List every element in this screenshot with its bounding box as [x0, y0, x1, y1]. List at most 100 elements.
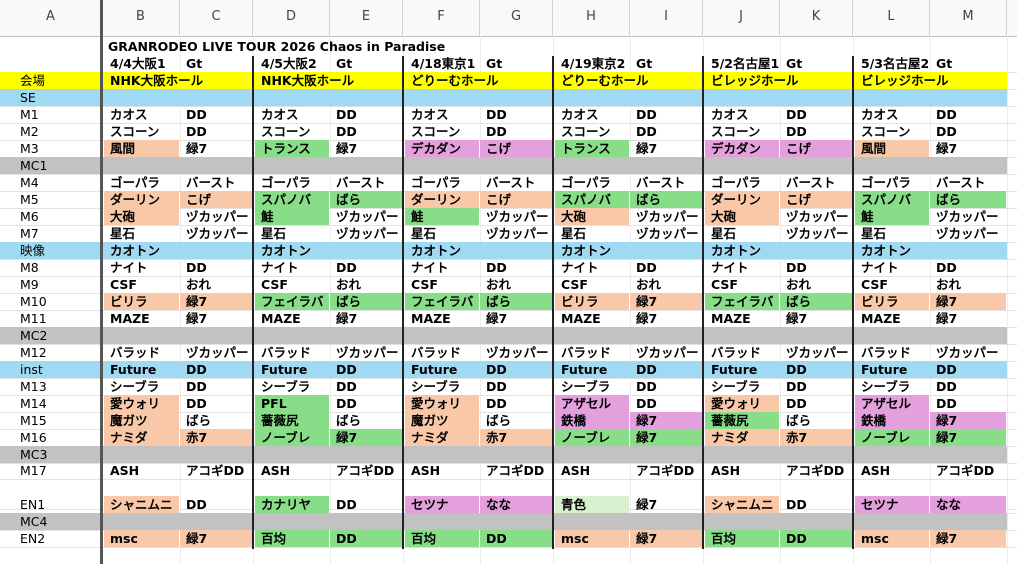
guitar-note[interactable]: おれ — [330, 276, 403, 293]
guitar-note[interactable]: DD — [180, 496, 253, 513]
song-title[interactable]: 愛ウォリ — [405, 395, 480, 412]
spreadsheet-grid[interactable]: ABCDEFGHIJKLM GRANRODEO LIVE TOUR 2026 C… — [0, 0, 1017, 564]
song-title[interactable]: ダーリン — [104, 191, 180, 208]
show-venue[interactable]: どりーむホール — [405, 72, 551, 89]
column-header-c[interactable]: C — [180, 0, 253, 36]
song-title[interactable]: ゴーパラ — [705, 174, 780, 191]
row-label[interactable]: M12 — [17, 344, 101, 361]
guitar-note[interactable]: ヅカッパー — [480, 208, 553, 225]
guitar-note[interactable]: DD — [330, 123, 403, 140]
song-title[interactable]: バラッド — [104, 344, 180, 361]
row-label[interactable]: MC4 — [17, 513, 101, 530]
guitar-note[interactable]: DD — [180, 395, 253, 412]
guitar-note[interactable]: バースト — [330, 174, 403, 191]
song-title[interactable]: Future — [405, 361, 480, 378]
guitar-note[interactable]: 緑7 — [930, 412, 1007, 429]
song-title[interactable]: Future — [255, 361, 330, 378]
guitar-note[interactable]: DD — [930, 378, 1007, 395]
song-title[interactable]: バラッド — [555, 344, 630, 361]
show-gt-header[interactable]: Gt — [180, 55, 253, 72]
song-title[interactable]: ASH — [405, 462, 480, 479]
row-label[interactable]: M2 — [17, 123, 101, 140]
guitar-note[interactable]: ヅカッパー — [930, 225, 1007, 242]
row-label[interactable]: MC3 — [17, 446, 101, 463]
column-header-i[interactable]: I — [630, 0, 703, 36]
song-title[interactable]: 星石 — [255, 225, 330, 242]
song-title[interactable]: トランス — [555, 140, 630, 157]
song-title[interactable]: アザセル — [855, 395, 930, 412]
guitar-note[interactable]: おれ — [930, 276, 1007, 293]
guitar-note[interactable]: DD — [330, 259, 403, 276]
song-title[interactable]: Future — [705, 361, 780, 378]
guitar-note[interactable]: 緑7 — [330, 310, 403, 327]
song-title[interactable]: ナミダ — [405, 429, 480, 446]
song-title[interactable]: シーブラ — [255, 378, 330, 395]
column-header-m[interactable]: M — [930, 0, 1007, 36]
song-title[interactable]: スコーン — [405, 123, 480, 140]
guitar-note[interactable]: バースト — [180, 174, 253, 191]
song-title[interactable]: ゴーパラ — [405, 174, 480, 191]
guitar-note[interactable]: バースト — [630, 174, 703, 191]
song-title[interactable]: ナミダ — [104, 429, 180, 446]
guitar-note[interactable]: 赤7 — [480, 429, 553, 446]
guitar-note[interactable]: DD — [180, 361, 253, 378]
song-title[interactable]: ASH — [255, 462, 330, 479]
guitar-note[interactable]: DD — [780, 123, 853, 140]
guitar-note[interactable]: 緑7 — [180, 293, 253, 310]
song-title[interactable]: 薔薇尻 — [705, 412, 780, 429]
song-title[interactable]: ノーブレ — [855, 429, 930, 446]
guitar-note[interactable]: おれ — [480, 276, 553, 293]
song-title[interactable]: フェイラバ — [255, 293, 330, 310]
song-title[interactable]: スコーン — [705, 123, 780, 140]
guitar-note[interactable]: ヅカッパー — [780, 225, 853, 242]
guitar-note[interactable]: 緑7 — [930, 140, 1007, 157]
frozen-column-divider[interactable] — [100, 0, 103, 564]
guitar-note[interactable]: DD — [630, 123, 703, 140]
song-title[interactable]: シーブラ — [705, 378, 780, 395]
guitar-note[interactable]: DD — [330, 496, 403, 513]
song-title[interactable]: 風間 — [104, 140, 180, 157]
tour-title[interactable]: GRANRODEO LIVE TOUR 2026 Chaos in Paradi… — [108, 38, 445, 55]
guitar-note[interactable]: DD — [330, 378, 403, 395]
guitar-note[interactable]: DD — [780, 378, 853, 395]
guitar-note[interactable]: DD — [930, 123, 1007, 140]
guitar-note[interactable]: ヅカッパー — [630, 225, 703, 242]
guitar-note[interactable]: こげ — [180, 191, 253, 208]
song-title[interactable]: ナイト — [555, 259, 630, 276]
row-label[interactable]: M9 — [17, 276, 101, 293]
guitar-note[interactable]: ばら — [480, 412, 553, 429]
song-title[interactable]: アザセル — [555, 395, 630, 412]
song-title[interactable]: カオトン — [405, 242, 480, 259]
column-header-h[interactable]: H — [553, 0, 630, 36]
song-title[interactable]: シーブラ — [855, 378, 930, 395]
guitar-note[interactable]: ばら — [780, 412, 853, 429]
guitar-note[interactable]: 緑7 — [330, 429, 403, 446]
song-title[interactable]: MAZE — [855, 310, 930, 327]
row-label[interactable]: M3 — [17, 140, 101, 157]
song-title[interactable]: 薔薇尻 — [255, 412, 330, 429]
song-title[interactable]: ナイト — [104, 259, 180, 276]
guitar-note[interactable]: ヅカッパー — [180, 225, 253, 242]
guitar-note[interactable]: DD — [330, 530, 403, 547]
show-gt-header[interactable]: Gt — [630, 55, 703, 72]
song-title[interactable]: 星石 — [555, 225, 630, 242]
song-title[interactable]: ビリラ — [104, 293, 180, 310]
row-label[interactable]: M13 — [17, 378, 101, 395]
guitar-note[interactable]: DD — [930, 106, 1007, 123]
column-header-j[interactable]: J — [703, 0, 780, 36]
guitar-note[interactable]: DD — [780, 259, 853, 276]
song-title[interactable]: ビリラ — [855, 293, 930, 310]
guitar-note[interactable]: 緑7 — [630, 429, 703, 446]
song-title[interactable]: スコーン — [255, 123, 330, 140]
song-title[interactable]: 鉄橋 — [555, 412, 630, 429]
song-title[interactable]: MAZE — [104, 310, 180, 327]
song-title[interactable]: カオス — [405, 106, 480, 123]
column-header-d[interactable]: D — [253, 0, 330, 36]
row-label[interactable]: M10 — [17, 293, 101, 310]
guitar-note[interactable]: DD — [480, 378, 553, 395]
song-title[interactable]: 愛ウォリ — [104, 395, 180, 412]
show-venue[interactable]: ビレッジホール — [705, 72, 851, 89]
guitar-note[interactable]: ヅカッパー — [480, 344, 553, 361]
guitar-note[interactable]: ヅカッパー — [930, 208, 1007, 225]
song-title[interactable]: スパノバ — [255, 191, 330, 208]
